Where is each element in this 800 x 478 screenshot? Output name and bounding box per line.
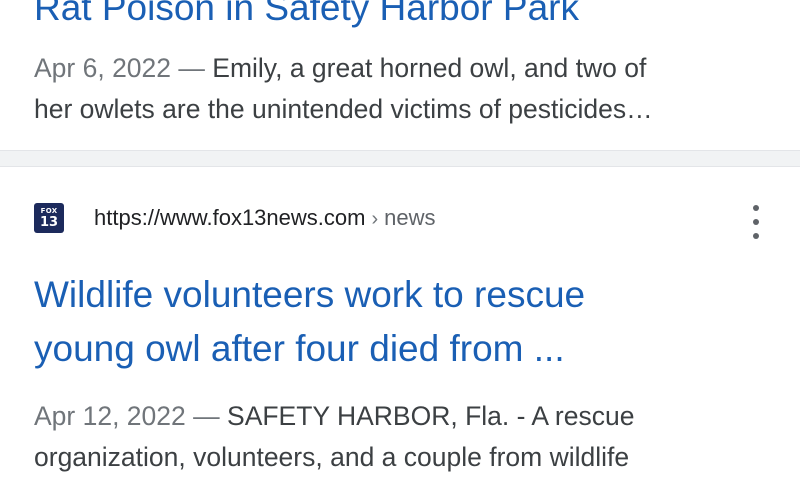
search-result-card: FOX 13 https://www.fox13news.com › news Wi…	[0, 167, 800, 472]
site-url: https://www.fox13news.com › news	[94, 205, 435, 231]
site-source-row[interactable]: FOX 13 https://www.fox13news.com › news	[34, 201, 435, 235]
result-title-link-line-2[interactable]: young owl after four died from ...	[34, 323, 565, 375]
results-divider	[0, 151, 800, 167]
favicon-label-number: 13	[39, 214, 59, 230]
result-snippet: Apr 6, 2022 — Emily, a great horned owl,…	[34, 48, 764, 130]
favicon-label-top: FOX	[40, 206, 58, 215]
more-options-dot	[753, 219, 759, 225]
breadcrumb-separator-icon: ›	[371, 208, 379, 230]
site-url-domain: https://www.fox13news.com	[94, 205, 366, 230]
snippet-text-line-2: her owlets are the unintended victims of…	[34, 94, 653, 124]
snippet-text-line-1: SAFETY HARBOR, Fla. - A rescue	[227, 401, 635, 431]
result-date: Apr 6, 2022	[34, 53, 172, 83]
result-title-link[interactable]: Wildlife volunteers work to rescue	[34, 269, 585, 321]
search-result-card: Rat Poison in Safety Harbor Park Apr 6, …	[0, 0, 800, 151]
date-separator: —	[178, 53, 205, 83]
more-options-dot	[753, 233, 759, 239]
snippet-text-line-1: Emily, a great horned owl, and two of	[212, 53, 647, 83]
fox13-favicon-icon: FOX 13	[34, 203, 64, 233]
result-title-link[interactable]: Rat Poison in Safety Harbor Park	[34, 0, 579, 34]
result-snippet: Apr 12, 2022 — SAFETY HARBOR, Fla. - A r…	[34, 396, 764, 478]
site-breadcrumb: news	[384, 205, 436, 230]
result-date: Apr 12, 2022	[34, 401, 186, 431]
more-options-dot	[753, 205, 759, 211]
date-separator: —	[193, 401, 220, 431]
snippet-text-line-2: organization, volunteers, and a couple f…	[34, 442, 630, 472]
more-options-icon[interactable]	[746, 205, 766, 239]
